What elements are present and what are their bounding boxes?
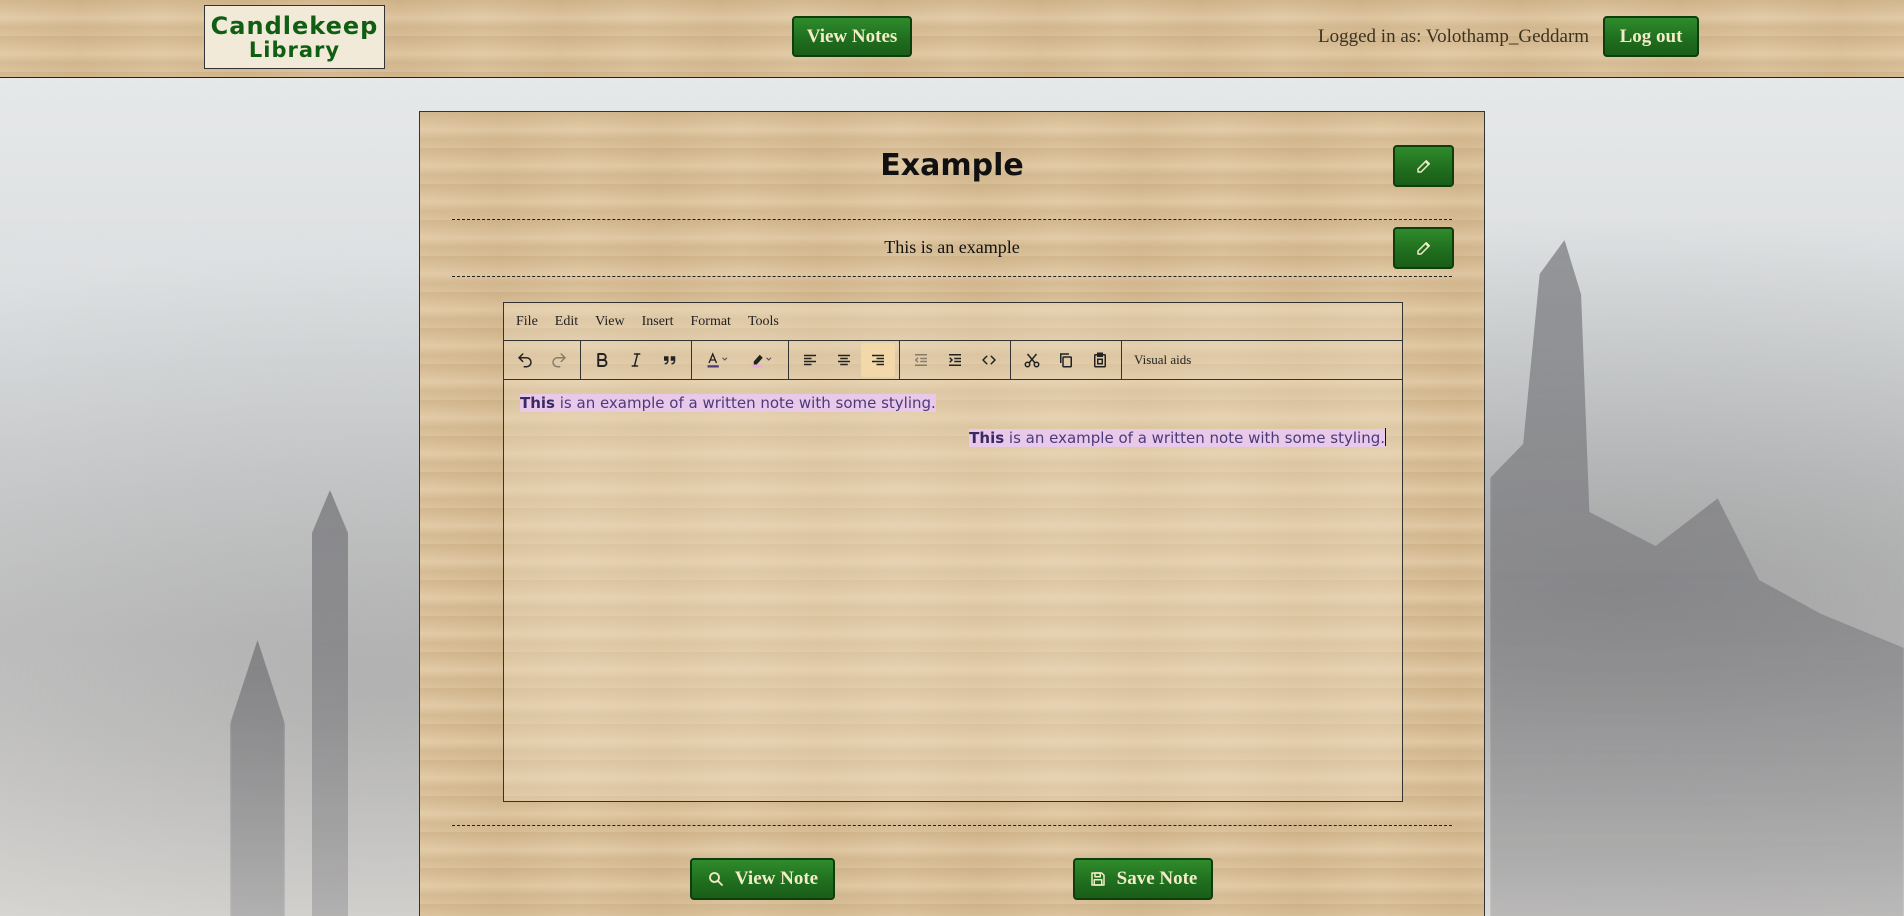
source-code-button[interactable] — [972, 343, 1006, 377]
logged-in-status: Logged in as: Volothamp_Geddarm — [1318, 26, 1590, 47]
view-notes-button[interactable]: View Notes — [792, 16, 912, 57]
undo-icon — [518, 353, 532, 368]
align-left-button[interactable] — [793, 343, 827, 377]
highlighted-text: This is an example of a written note wit… — [520, 394, 936, 412]
editor-toolbar: Visual aids — [504, 341, 1402, 380]
scissors-icon — [1024, 353, 1040, 368]
formatting-group — [581, 341, 692, 379]
italic-icon — [631, 353, 641, 367]
copy-icon — [1060, 353, 1072, 368]
view-note-label: View Note — [734, 868, 819, 889]
outdent-button[interactable] — [904, 343, 938, 377]
clipboard-icon — [1094, 352, 1106, 368]
edit-description-button[interactable] — [1393, 227, 1454, 269]
paste-button[interactable] — [1083, 343, 1117, 377]
divider — [452, 276, 1452, 277]
indent-group — [900, 341, 1011, 379]
highlighted-text: This is an example of a written note wit… — [969, 429, 1385, 447]
align-left-icon — [804, 354, 816, 366]
redo-icon — [552, 353, 566, 368]
divider — [452, 219, 1452, 220]
bold-text: This — [969, 429, 1005, 447]
save-note-button[interactable]: Save Note — [1073, 858, 1213, 900]
copy-button[interactable] — [1049, 343, 1083, 377]
editor-content-area[interactable]: This is an example of a written note wit… — [504, 380, 1402, 461]
editor-menubar: File Edit View Insert Format Tools — [504, 303, 1402, 341]
menu-tools[interactable]: Tools — [748, 314, 779, 330]
logo-line-1: Candlekeep — [210, 12, 379, 40]
clipboard-group — [1011, 341, 1122, 379]
pencil-icon — [1416, 242, 1430, 255]
logout-label: Log out — [1619, 25, 1683, 47]
paragraph-text: is an example of a written note with som… — [1004, 429, 1385, 447]
align-right-icon — [872, 354, 884, 366]
view-note-button[interactable]: View Note — [690, 858, 835, 900]
text-color-icon — [707, 352, 728, 368]
menu-file[interactable]: File — [516, 314, 538, 330]
bold-icon — [597, 353, 608, 367]
background-tower-left — [312, 490, 348, 916]
background-castle-right — [1490, 240, 1904, 916]
align-center-button[interactable] — [827, 343, 861, 377]
bold-text: This — [520, 394, 555, 412]
menu-format[interactable]: Format — [691, 314, 731, 330]
color-group — [692, 341, 789, 379]
note-title: Example — [880, 148, 1024, 183]
note-editor-card: Example This is an example File Edit Vie… — [419, 111, 1485, 916]
save-note-label: Save Note — [1116, 868, 1198, 889]
blockquote-button[interactable] — [653, 343, 687, 377]
edit-title-button[interactable] — [1393, 145, 1454, 187]
italic-button[interactable] — [619, 343, 653, 377]
align-right-button[interactable] — [861, 343, 895, 377]
code-icon — [982, 355, 996, 365]
bold-button[interactable] — [585, 343, 619, 377]
text-cursor — [1385, 428, 1386, 446]
redo-button[interactable] — [542, 343, 576, 377]
top-navigation-bar: Candlekeep Library View Notes Logged in … — [0, 0, 1904, 78]
outdent-icon — [914, 354, 927, 366]
cut-button[interactable] — [1015, 343, 1049, 377]
quote-icon — [664, 356, 676, 365]
align-center-icon — [838, 354, 850, 366]
rich-text-editor: File Edit View Insert Format Tools Visua… — [503, 302, 1403, 802]
save-icon — [1090, 872, 1105, 886]
visual-aids-button[interactable]: Visual aids — [1122, 352, 1191, 368]
menu-insert[interactable]: Insert — [642, 314, 674, 330]
menu-edit[interactable]: Edit — [555, 314, 578, 330]
menu-view[interactable]: View — [595, 314, 624, 330]
note-description: This is an example — [884, 237, 1020, 257]
site-logo[interactable]: Candlekeep Library — [204, 5, 385, 69]
logout-button[interactable]: Log out — [1603, 16, 1699, 57]
search-icon — [709, 872, 723, 886]
highlighter-icon — [751, 354, 772, 368]
alignment-group — [789, 341, 900, 379]
indent-icon — [949, 354, 961, 366]
highlight-color-button[interactable] — [740, 343, 784, 377]
divider — [452, 825, 1452, 826]
content-paragraph-right-aligned: This is an example of a written note wit… — [520, 428, 1386, 447]
pencil-icon — [1416, 160, 1430, 173]
logo-line-2: Library — [248, 38, 341, 62]
view-notes-label: View Notes — [806, 25, 898, 47]
paragraph-text: is an example of a written note with som… — [554, 394, 936, 412]
content-paragraph: This is an example of a written note wit… — [520, 394, 1386, 412]
history-group — [504, 341, 581, 379]
undo-button[interactable] — [508, 343, 542, 377]
indent-button[interactable] — [938, 343, 972, 377]
text-color-button[interactable] — [696, 343, 740, 377]
background-tower-left-small — [230, 640, 285, 916]
